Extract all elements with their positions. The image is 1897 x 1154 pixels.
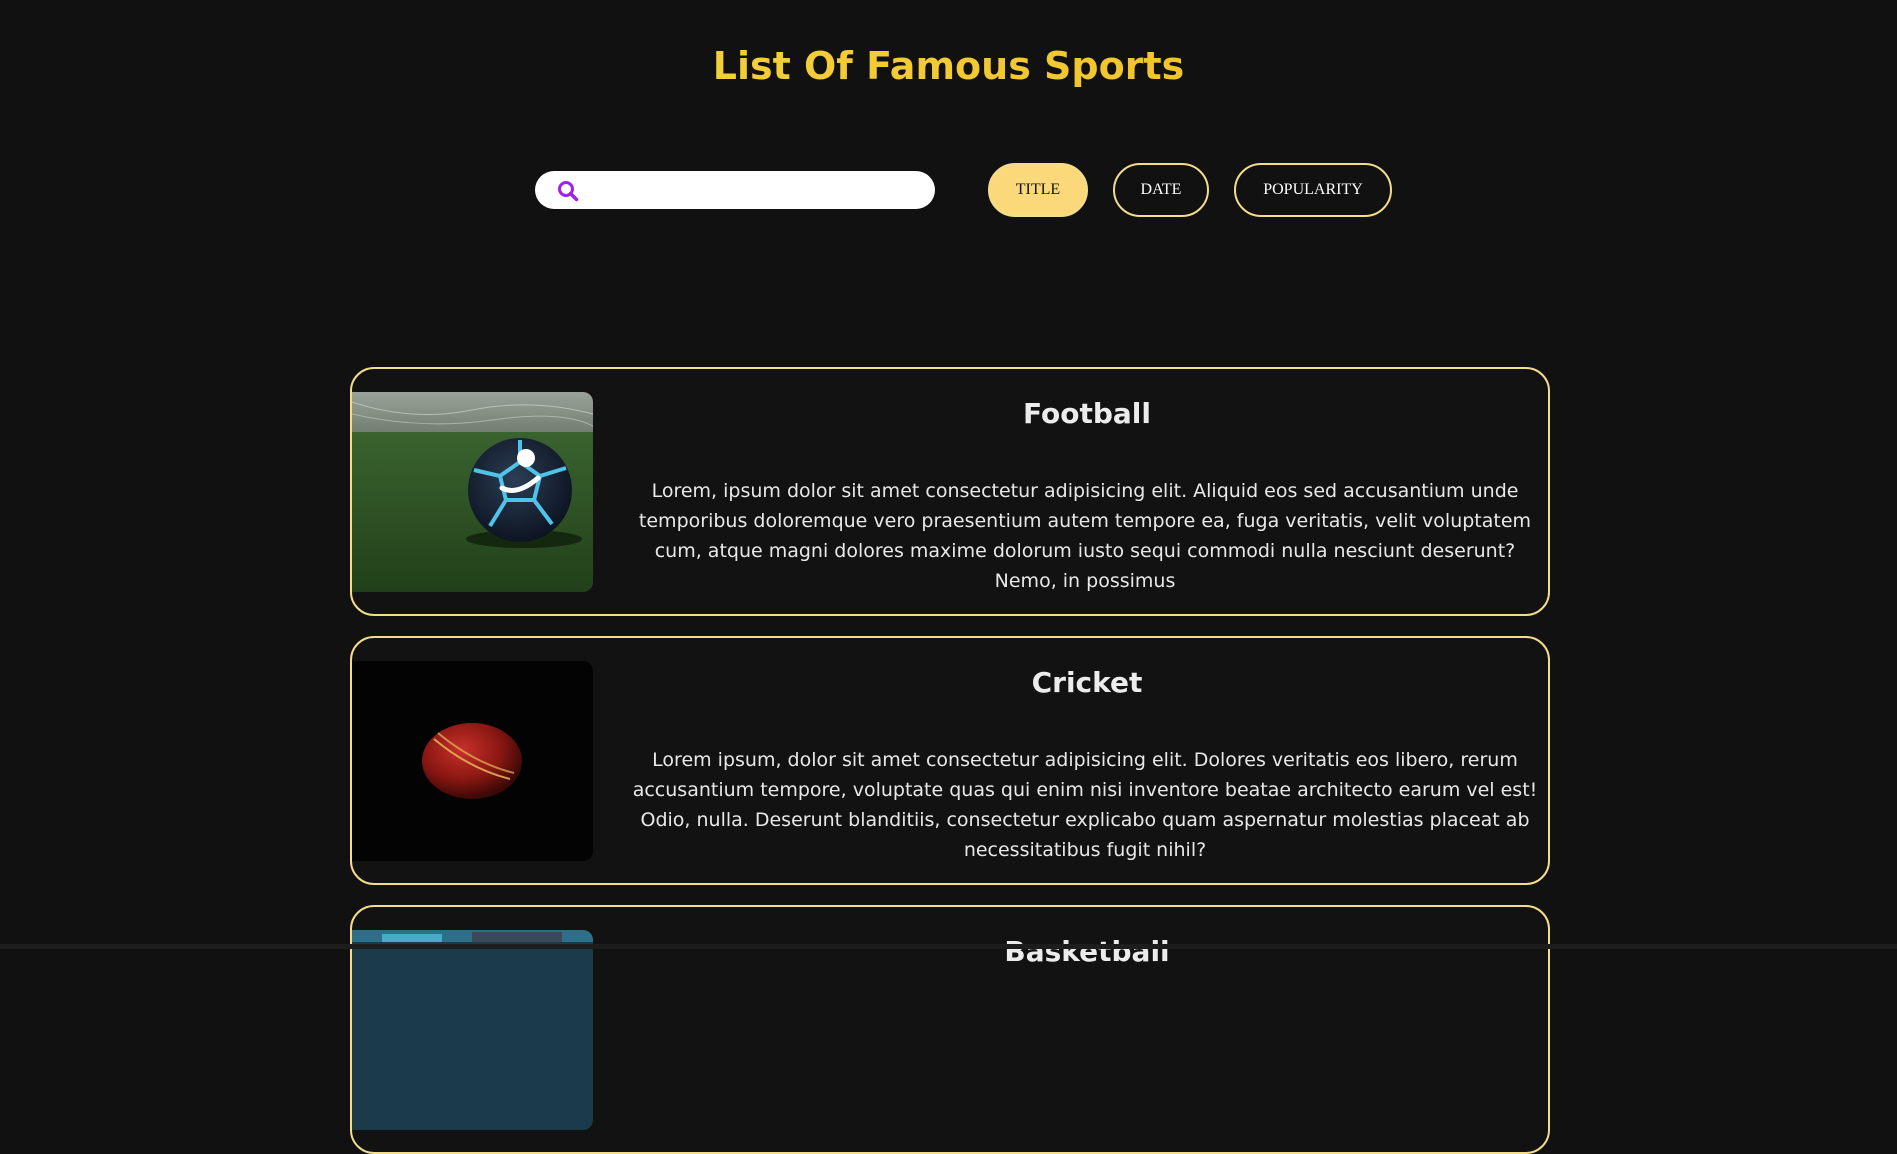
sort-title-button[interactable]: TITLE: [988, 163, 1088, 217]
sort-date-button[interactable]: DATE: [1113, 163, 1209, 217]
sport-description: Lorem, ipsum dolor sit amet consectetur …: [638, 480, 1532, 592]
sport-card-football[interactable]: Football Lorem, ipsum dolor sit amet con…: [350, 367, 1550, 616]
page-title: List Of Famous Sports: [0, 44, 1897, 88]
basketball-image: [352, 930, 593, 1130]
sort-popularity-button[interactable]: POPULARITY: [1234, 163, 1392, 217]
search-bar[interactable]: [535, 171, 935, 209]
horizontal-scrollbar[interactable]: [0, 944, 1897, 949]
football-image: [352, 392, 593, 592]
sport-description: Lorem ipsum, dolor sit amet consectetur …: [632, 749, 1538, 861]
cricket-ball-image: [352, 661, 593, 861]
sport-title: Football: [1023, 397, 1151, 430]
search-input[interactable]: [589, 175, 923, 207]
search-icon[interactable]: [557, 180, 579, 202]
sport-card-basketball[interactable]: Basketball: [350, 905, 1550, 1154]
sport-title: Basketball: [1004, 935, 1170, 968]
sport-card-cricket[interactable]: Cricket Lorem ipsum, dolor sit amet cons…: [350, 636, 1550, 885]
sport-title: Cricket: [1031, 666, 1143, 699]
